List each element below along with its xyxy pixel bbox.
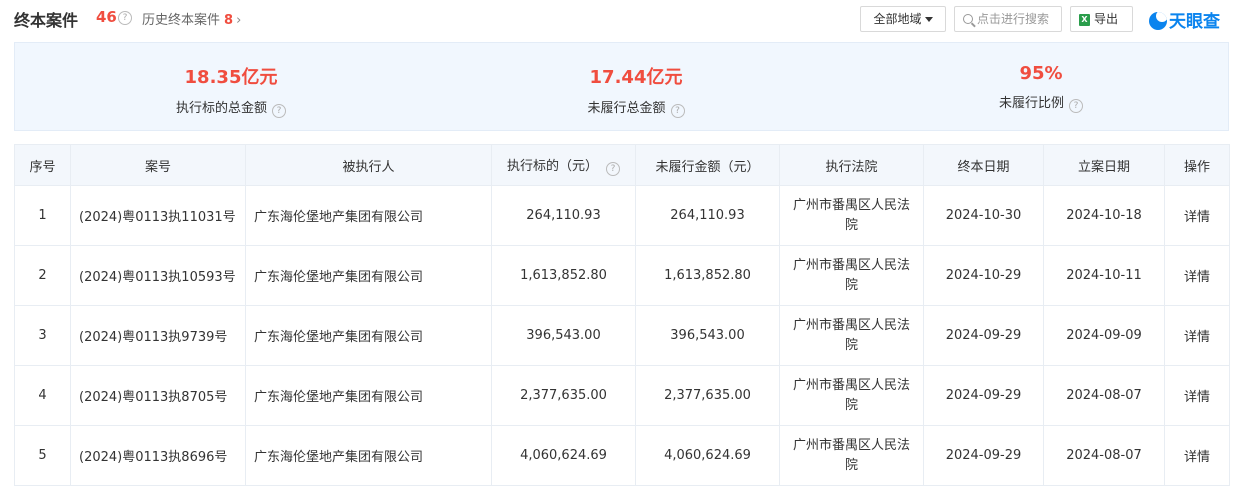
logo-text: 天眼查 — [1169, 12, 1220, 32]
cell-amount: 4,060,624.69 — [491, 425, 636, 486]
stat-label: 未履行比例 — [998, 96, 1064, 111]
cell-file-date: 2024-10-18 — [1043, 185, 1165, 246]
col-header-unpaid: 未履行金额（元） — [635, 144, 780, 186]
export-button[interactable]: X 导出 — [1070, 6, 1133, 32]
region-dropdown[interactable]: 全部地域 — [860, 6, 946, 32]
cell-unpaid: 396,543.00 — [635, 305, 780, 366]
search-input[interactable]: 点击进行搜索 — [954, 6, 1062, 32]
col-header-index: 序号 — [14, 144, 71, 186]
party-link[interactable]: 广东海伦堡地产集团有限公司 — [245, 425, 492, 486]
col-header-court: 执行法院 — [779, 144, 924, 186]
cell-file-date: 2024-08-07 — [1043, 365, 1165, 426]
help-icon[interactable]: ? — [1069, 99, 1083, 113]
stat-label: 执行标的总金额 — [175, 101, 267, 116]
case-count: 46 — [96, 8, 117, 26]
table-row: 2 (2024)粤0113执10593号 广东海伦堡地产集团有限公司 1,613… — [14, 245, 1230, 306]
chevron-right-icon: › — [236, 13, 242, 28]
stat-unpaid-amount: 17.44亿元 未履行总金额? — [486, 43, 786, 118]
cell-index: 4 — [14, 365, 71, 426]
cell-unpaid: 1,613,852.80 — [635, 245, 780, 306]
cell-file-date: 2024-10-11 — [1043, 245, 1165, 306]
caret-down-icon — [924, 17, 933, 22]
cell-court: 广州市番禺区人民法院 — [779, 365, 924, 426]
cell-index: 2 — [14, 245, 71, 306]
cell-court: 广州市番禺区人民法院 — [779, 185, 924, 246]
case-number-link[interactable]: (2024)粤0113执9739号 — [70, 305, 246, 366]
history-cases-link[interactable]: 历史终本案件 8 › — [142, 9, 241, 28]
cell-amount: 264,110.93 — [491, 185, 636, 246]
col-header-party: 被执行人 — [245, 144, 492, 186]
stat-total-amount: 18.35亿元 执行标的总金额? — [81, 43, 381, 118]
stat-label: 未履行总金额 — [587, 101, 666, 116]
table-header-row: 序号 案号 被执行人 执行标的（元）? 未履行金额（元） 执行法院 终本日期 立… — [14, 144, 1230, 186]
cell-end-date: 2024-09-29 — [923, 365, 1044, 426]
table-row: 5 (2024)粤0113执8696号 广东海伦堡地产集团有限公司 4,060,… — [14, 425, 1230, 486]
history-count: 8 — [224, 13, 234, 28]
case-number-link[interactable]: (2024)粤0113执8705号 — [70, 365, 246, 426]
excel-icon: X — [1079, 13, 1090, 26]
stat-value: 17.44亿元 — [589, 67, 683, 88]
cell-court: 广州市番禺区人民法院 — [779, 245, 924, 306]
cell-file-date: 2024-08-07 — [1043, 425, 1165, 486]
tianyancha-logo: 天眼查 — [1149, 7, 1220, 32]
col-header-amount: 执行标的（元）? — [491, 144, 636, 186]
summary-panel: 18.35亿元 执行标的总金额? 17.44亿元 未履行总金额? 95% 未履行… — [14, 42, 1229, 131]
help-icon[interactable]: ? — [670, 104, 685, 118]
table-row: 1 (2024)粤0113执11031号 广东海伦堡地产集团有限公司 264,1… — [14, 185, 1230, 246]
cell-unpaid: 2,377,635.00 — [635, 365, 780, 426]
cell-court: 广州市番禺区人民法院 — [779, 305, 924, 366]
cell-amount: 396,543.00 — [491, 305, 636, 366]
detail-link[interactable]: 详情 — [1164, 425, 1230, 486]
party-link[interactable]: 广东海伦堡地产集团有限公司 — [245, 365, 492, 426]
logo-mark-icon — [1149, 12, 1167, 30]
table-row: 3 (2024)粤0113执9739号 广东海伦堡地产集团有限公司 396,54… — [14, 305, 1230, 366]
col-header-action: 操作 — [1164, 144, 1230, 186]
cell-end-date: 2024-10-30 — [923, 185, 1044, 246]
cell-index: 1 — [14, 185, 71, 246]
party-link[interactable]: 广东海伦堡地产集团有限公司 — [245, 185, 492, 246]
export-label: 导出 — [1094, 12, 1119, 26]
help-icon[interactable]: ? — [272, 104, 286, 118]
region-label: 全部地域 — [873, 12, 922, 26]
cell-amount: 2,377,635.00 — [491, 365, 636, 426]
cases-table: 序号 案号 被执行人 执行标的（元）? 未履行金额（元） 执行法院 终本日期 立… — [14, 144, 1230, 486]
cell-unpaid: 4,060,624.69 — [635, 425, 780, 486]
case-number-link[interactable]: (2024)粤0113执11031号 — [70, 185, 246, 246]
detail-link[interactable]: 详情 — [1164, 245, 1230, 306]
party-link[interactable]: 广东海伦堡地产集团有限公司 — [245, 245, 492, 306]
help-icon[interactable]: ? — [606, 161, 620, 176]
search-icon — [963, 13, 973, 24]
col-header-amount-label: 执行标的（元） — [506, 158, 598, 174]
col-header-end-date: 终本日期 — [923, 144, 1044, 186]
cell-amount: 1,613,852.80 — [491, 245, 636, 306]
search-placeholder: 点击进行搜索 — [977, 12, 1050, 26]
cell-end-date: 2024-10-29 — [923, 245, 1044, 306]
cell-court: 广州市番禺区人民法院 — [779, 425, 924, 486]
party-link[interactable]: 广东海伦堡地产集团有限公司 — [245, 305, 492, 366]
col-header-file-date: 立案日期 — [1043, 144, 1165, 186]
case-number-link[interactable]: (2024)粤0113执8696号 — [70, 425, 246, 486]
stat-unpaid-ratio: 95% 未履行比例? — [891, 43, 1191, 113]
detail-link[interactable]: 详情 — [1164, 185, 1230, 246]
detail-link[interactable]: 详情 — [1164, 365, 1230, 426]
stat-value: 95% — [1019, 63, 1063, 84]
section-title: 终本案件 — [14, 11, 79, 30]
cell-end-date: 2024-09-29 — [923, 305, 1044, 366]
table-row: 4 (2024)粤0113执8705号 广东海伦堡地产集团有限公司 2,377,… — [14, 365, 1230, 426]
detail-link[interactable]: 详情 — [1164, 305, 1230, 366]
help-icon[interactable]: ? — [118, 11, 132, 25]
section-header: 终本案件 46 ? 历史终本案件 8 › 全部地域 点击进行搜索 X 导出 天眼查 — [14, 0, 1233, 38]
cell-index: 5 — [14, 425, 71, 486]
cell-end-date: 2024-09-29 — [923, 425, 1044, 486]
col-header-case-no: 案号 — [70, 144, 246, 186]
cell-index: 3 — [14, 305, 71, 366]
cell-unpaid: 264,110.93 — [635, 185, 780, 246]
case-number-link[interactable]: (2024)粤0113执10593号 — [70, 245, 246, 306]
cell-file-date: 2024-09-09 — [1043, 305, 1165, 366]
history-label: 历史终本案件 — [142, 13, 221, 28]
stat-value: 18.35亿元 — [184, 67, 278, 88]
